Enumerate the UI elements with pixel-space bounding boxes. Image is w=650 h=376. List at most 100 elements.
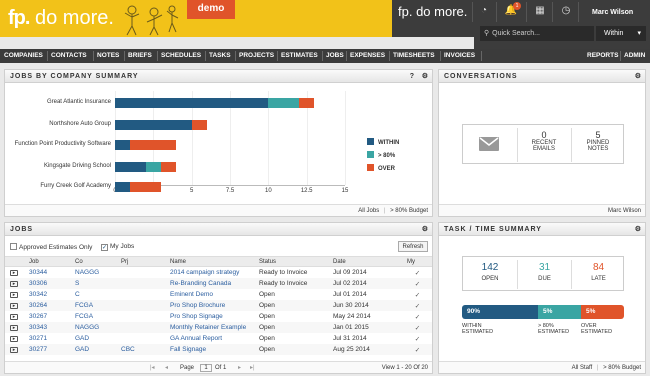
recent-emails-stat[interactable]: 0 RECENT EMAILS	[519, 130, 569, 152]
next-page-button[interactable]: ▸	[238, 362, 241, 374]
my-job-check-icon[interactable]: ✓	[403, 289, 432, 300]
bar-segment[interactable]	[161, 162, 177, 172]
footer-user[interactable]: Marc Wilson	[608, 208, 641, 214]
bar-segment[interactable]	[130, 140, 177, 150]
job-name-link[interactable]: Pro Shop Signage	[166, 311, 255, 322]
late-tasks-stat[interactable]: 84 LATE	[572, 262, 625, 282]
prev-page-button[interactable]: ◂	[165, 362, 168, 374]
gear-icon[interactable]: ⚙	[422, 70, 428, 83]
nav-item-expenses[interactable]: EXPENSES	[350, 49, 385, 63]
project-link[interactable]	[117, 300, 166, 311]
bar-segment[interactable]	[115, 162, 146, 172]
open-job-icon[interactable]: ▸	[5, 267, 25, 278]
bar-segment[interactable]	[299, 98, 315, 108]
table-row[interactable]: ▸ 30306 S Re-Branding Canada Ready to Invoic…	[5, 278, 432, 289]
dashboard-icon[interactable]: ◔	[477, 5, 491, 17]
table-row[interactable]: ▸ 30264 FCGA Pro Shop Brochure Open Jun 30 20…	[5, 300, 432, 311]
job-number-link[interactable]: 30264	[25, 300, 71, 311]
col-header-prj[interactable]: Prj	[121, 257, 128, 267]
help-icon[interactable]: ?	[410, 70, 414, 83]
bar-segment[interactable]	[145, 162, 161, 172]
pinned-notes-stat[interactable]: 5 PINNED NOTES	[573, 130, 623, 152]
project-link[interactable]	[117, 278, 166, 289]
table-row[interactable]: ▸ 30267 FCGA Pro Shop Signage Open May 24 201…	[5, 311, 432, 322]
bar-segment[interactable]	[115, 140, 131, 150]
col-header-co[interactable]: Co	[75, 257, 83, 267]
project-link[interactable]: CBC	[117, 344, 166, 355]
col-header-name[interactable]: Name	[170, 257, 186, 267]
company-link[interactable]: FCGA	[71, 300, 117, 311]
logo-secondary[interactable]: fp. do more.	[398, 4, 467, 19]
table-row[interactable]: ▸ 30342 C Eminent Demo Open Jul 01 2014 ✓	[5, 289, 432, 300]
job-number-link[interactable]: 30267	[25, 311, 71, 322]
nav-item-timesheets[interactable]: TIMESHEETS	[393, 49, 435, 63]
job-name-link[interactable]: Fall Signage	[166, 344, 255, 355]
nav-item-contacts[interactable]: CONTACTS	[51, 49, 87, 63]
calendar-icon[interactable]: ▦	[533, 5, 547, 17]
col-header-my[interactable]: My	[407, 257, 415, 267]
nav-item-schedules[interactable]: SCHEDULES	[161, 49, 201, 63]
time-bar-segment[interactable]: 5%	[538, 305, 581, 319]
open-tasks-stat[interactable]: 142 OPEN	[463, 262, 517, 282]
project-link[interactable]	[117, 267, 166, 278]
job-name-link[interactable]: Monthly Retainer Example	[166, 322, 255, 333]
nav-item-jobs[interactable]: JOBS	[326, 49, 344, 63]
bar-segment[interactable]	[115, 182, 131, 192]
filter-all-staff[interactable]: All Staff	[572, 365, 593, 371]
job-name-link[interactable]: Re-Branding Canada	[166, 278, 255, 289]
gear-icon[interactable]: ⚙	[635, 223, 641, 236]
timer-icon[interactable]: ◷	[559, 5, 573, 17]
open-job-icon[interactable]: ▸	[5, 311, 25, 322]
gear-icon[interactable]: ⚙	[635, 70, 641, 83]
bar-segment[interactable]	[130, 182, 161, 192]
nav-item-briefs[interactable]: BRIEFS	[128, 49, 152, 63]
project-link[interactable]	[117, 333, 166, 344]
nav-item-tasks[interactable]: TASKS	[209, 49, 231, 63]
job-name-link[interactable]: 2014 campaign strategy	[166, 267, 255, 278]
col-header-status[interactable]: Status	[259, 257, 276, 267]
nav-item-notes[interactable]: NOTES	[97, 49, 119, 63]
bar-segment[interactable]	[268, 98, 299, 108]
nav-item-estimates[interactable]: ESTIMATES	[281, 49, 318, 63]
due-tasks-stat[interactable]: 31 DUE	[518, 262, 571, 282]
company-link[interactable]: NAGGG	[71, 322, 117, 333]
logo[interactable]: fp. do more.	[8, 7, 114, 30]
my-job-check-icon[interactable]: ✓	[403, 311, 432, 322]
col-header-date[interactable]: Date	[333, 257, 346, 267]
job-name-link[interactable]: Pro Shop Brochure	[166, 300, 255, 311]
my-job-check-icon[interactable]: ✓	[403, 278, 432, 289]
first-page-button[interactable]: |◂	[150, 362, 155, 374]
project-link[interactable]	[117, 322, 166, 333]
nav-item-invoices[interactable]: INVOICES	[444, 49, 475, 63]
nav-item-admin[interactable]: ADMIN	[624, 49, 645, 63]
job-number-link[interactable]: 30344	[25, 267, 71, 278]
project-link[interactable]	[117, 289, 166, 300]
col-header-job[interactable]: Job	[29, 257, 39, 267]
company-link[interactable]: FCGA	[71, 311, 117, 322]
nav-item-reports[interactable]: REPORTS	[587, 49, 618, 63]
bar-segment[interactable]	[115, 120, 192, 130]
nav-item-companies[interactable]: COMPANIES	[4, 49, 43, 63]
my-job-check-icon[interactable]: ✓	[403, 267, 432, 278]
my-job-check-icon[interactable]: ✓	[403, 300, 432, 311]
company-link[interactable]: NAGGG	[71, 267, 117, 278]
nav-item-projects[interactable]: PROJECTS	[239, 49, 274, 63]
bar-segment[interactable]	[191, 120, 207, 130]
user-name[interactable]: Marc Wilson	[592, 9, 633, 16]
gear-icon[interactable]: ⚙	[422, 223, 428, 236]
approved-estimates-filter[interactable]: Approved Estimates Only	[10, 243, 92, 251]
page-input[interactable]: 1	[200, 364, 212, 372]
table-row[interactable]: ▸ 30343 NAGGG Monthly Retainer Example Open J…	[5, 322, 432, 333]
my-jobs-filter[interactable]: ✓ My Jobs	[101, 243, 134, 251]
company-link[interactable]: GAD	[71, 333, 117, 344]
checkbox[interactable]	[10, 243, 17, 250]
bar-segment[interactable]	[115, 98, 269, 108]
open-job-icon[interactable]: ▸	[5, 333, 25, 344]
job-number-link[interactable]: 30271	[25, 333, 71, 344]
filter-over-80-budget[interactable]: > 80% Budget	[603, 365, 641, 371]
open-job-icon[interactable]: ▸	[5, 300, 25, 311]
open-job-icon[interactable]: ▸	[5, 322, 25, 333]
table-row[interactable]: ▸ 30344 NAGGG 2014 campaign strategy Ready t…	[5, 267, 432, 278]
project-link[interactable]	[117, 311, 166, 322]
checkbox-checked[interactable]: ✓	[101, 244, 108, 251]
